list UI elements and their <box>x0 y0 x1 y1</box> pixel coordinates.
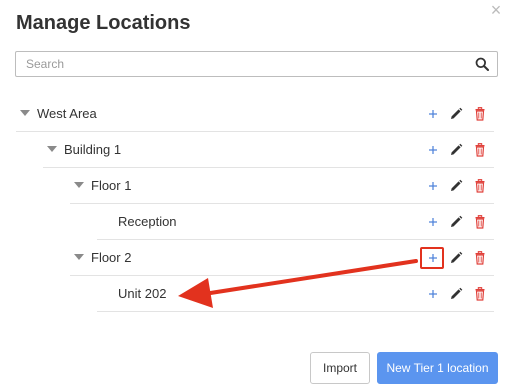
manage-locations-dialog: Manage Locations × West Area Building 1 Fl… <box>0 0 512 388</box>
chevron-down-icon[interactable] <box>20 110 30 116</box>
tree-row[interactable]: Floor 1 <box>70 168 494 204</box>
tree-row[interactable]: Unit 202 <box>97 276 494 312</box>
pencil-icon[interactable] <box>448 106 464 122</box>
plus-icon[interactable] <box>425 250 441 266</box>
tree-row-label: Unit 202 <box>118 286 167 301</box>
pencil-icon[interactable] <box>448 250 464 266</box>
trash-icon[interactable] <box>472 106 488 122</box>
plus-icon[interactable] <box>425 106 441 122</box>
pencil-icon[interactable] <box>448 178 464 194</box>
close-icon[interactable]: × <box>486 0 506 20</box>
chevron-down-icon[interactable] <box>74 182 84 188</box>
trash-icon[interactable] <box>472 178 488 194</box>
tree-row[interactable]: Reception <box>97 204 494 240</box>
plus-icon[interactable] <box>425 286 441 302</box>
tree-row-label: Floor 2 <box>91 250 132 265</box>
dialog-title: Manage Locations <box>16 12 191 34</box>
plus-icon[interactable] <box>425 178 441 194</box>
trash-icon[interactable] <box>472 286 488 302</box>
search-input[interactable] <box>16 52 466 76</box>
search-box <box>15 51 498 77</box>
trash-icon[interactable] <box>472 142 488 158</box>
tree-row-label: Reception <box>118 214 177 229</box>
tree-row[interactable]: West Area <box>16 96 494 132</box>
pencil-icon[interactable] <box>448 142 464 158</box>
tree-row[interactable]: Building 1 <box>43 132 494 168</box>
plus-icon[interactable] <box>425 214 441 230</box>
trash-icon[interactable] <box>472 214 488 230</box>
pencil-icon[interactable] <box>448 286 464 302</box>
chevron-down-icon[interactable] <box>74 254 84 260</box>
pencil-icon[interactable] <box>448 214 464 230</box>
tree-row-label: Building 1 <box>64 142 122 157</box>
tree-row-label: West Area <box>37 106 97 121</box>
tree-row[interactable]: Floor 2 <box>70 240 494 276</box>
search-icon[interactable] <box>475 57 489 71</box>
plus-icon[interactable] <box>425 142 441 158</box>
trash-icon[interactable] <box>472 250 488 266</box>
tree-row-label: Floor 1 <box>91 178 132 193</box>
import-button[interactable]: Import <box>310 352 370 384</box>
chevron-down-icon[interactable] <box>47 146 57 152</box>
new-tier1-location-button[interactable]: New Tier 1 location <box>377 352 498 384</box>
